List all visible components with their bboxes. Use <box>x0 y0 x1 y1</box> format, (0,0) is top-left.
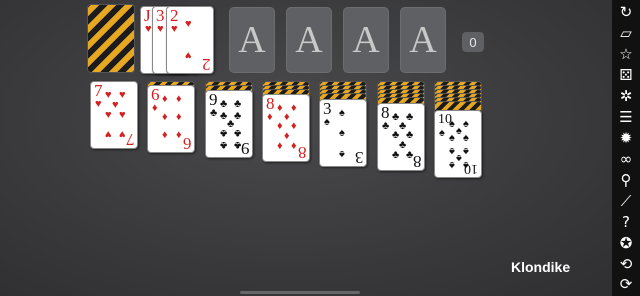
heart-icon: ♥ <box>105 109 112 121</box>
card-rank: 7 <box>125 130 135 149</box>
card-rank: 10 <box>464 161 478 176</box>
heart-icon: ♥ <box>112 99 119 111</box>
spade-icon: ♠ <box>463 132 469 144</box>
dice-icon[interactable]: ⚄ <box>616 65 636 85</box>
diamond-icon: ♦ <box>176 111 182 123</box>
club-icon: ♣ <box>234 98 242 110</box>
cards-icon[interactable]: ▱ <box>616 23 636 43</box>
club-icon: ♣ <box>210 107 218 119</box>
diamond-icon: ♦ <box>277 120 283 132</box>
stock-pile[interactable] <box>87 4 135 73</box>
redeal-icon[interactable]: ⟲ <box>616 254 636 274</box>
card-rank: 8 <box>412 152 422 171</box>
tableau-card-1[interactable]: 7 ♥ ♥ ♥ ♥ ♥ ♥ ♥ ♥ 7 <box>90 81 138 149</box>
heart-icon: ♥ <box>105 89 112 101</box>
spade-icon: ♠ <box>439 127 445 139</box>
heart-icon: ♥ <box>185 49 192 61</box>
club-icon: ♣ <box>234 110 242 122</box>
card-rank: 6 <box>182 134 192 153</box>
foundation-slot-2[interactable]: A <box>286 7 332 73</box>
diamond-icon: ♦ <box>277 102 283 114</box>
glasses-icon[interactable]: ∞ <box>616 149 636 169</box>
lightbulb-icon[interactable]: ✹ <box>616 128 636 148</box>
club-icon: ♣ <box>392 149 400 161</box>
spade-icon: ♠ <box>339 127 345 139</box>
spade-icon: ♠ <box>463 118 469 130</box>
spade-icon: ♠ <box>463 145 469 157</box>
spade-icon: ♠ <box>449 132 455 144</box>
gear-icon[interactable]: ✲ <box>616 86 636 106</box>
diamond-icon: ♦ <box>277 140 283 152</box>
foundation-slot-3[interactable]: A <box>343 7 389 73</box>
card-rank: 9 <box>240 139 250 158</box>
spade-icon: ♠ <box>449 159 455 171</box>
tableau-card-5[interactable]: 3 ♠ ♠ ♠ ♠ 3 <box>319 99 367 167</box>
heart-icon: ♥ <box>95 98 102 110</box>
diamond-icon: ♦ <box>267 111 273 123</box>
card-rank: 3 <box>354 148 364 167</box>
club-icon: ♣ <box>220 139 228 151</box>
star-icon[interactable]: ☆ <box>616 44 636 64</box>
spade-icon: ♠ <box>324 116 330 128</box>
magnifier-icon[interactable]: ⚲ <box>616 170 636 190</box>
tableau-card-3[interactable]: 9 ♣ ♣ ♣ ♣ ♣ ♣ ♣ ♣ ♣ ♣ 9 <box>205 90 253 158</box>
diamond-icon: ♦ <box>284 130 290 142</box>
foundation-slot-4[interactable]: A <box>400 7 446 73</box>
diamond-icon: ♦ <box>176 93 182 105</box>
spade-icon: ♠ <box>339 107 345 119</box>
diamond-icon: ♦ <box>291 102 297 114</box>
club-icon: ♣ <box>406 111 414 123</box>
card-rank: 8 <box>297 143 307 162</box>
right-toolbar: ↻ ▱ ☆ ⚄ ✲ ☰ ✹ ∞ ⚲ ⟋ ? ✪ ⟲ ⟳ <box>612 0 640 296</box>
diamond-icon: ♦ <box>291 140 297 152</box>
diamond-icon: ♦ <box>152 102 158 114</box>
tableau-card-4[interactable]: 8 ♦ ♦ ♦ ♦ ♦ ♦ ♦ ♦ ♦ 8 <box>262 94 310 162</box>
heart-icon: ♥ <box>119 109 126 121</box>
diamond-icon: ♦ <box>162 93 168 105</box>
heart-icon: ♥ <box>185 18 192 30</box>
spade-icon: ♠ <box>456 152 462 164</box>
list-icon[interactable]: ☰ <box>616 107 636 127</box>
spade-icon: ♠ <box>456 125 462 137</box>
waste-top-card[interactable]: 2 ♥ ♥ ♥ 2 <box>166 6 214 74</box>
club-icon: ♣ <box>234 127 242 139</box>
diamond-icon: ♦ <box>291 120 297 132</box>
game-name-label: Klondike <box>511 259 571 275</box>
club-icon: ♣ <box>220 127 228 139</box>
club-icon: ♣ <box>406 129 414 141</box>
heart-icon: ♥ <box>119 89 126 101</box>
tableau-card-7[interactable]: 10 ♠ ♠ ♠ ♠ ♠ ♠ ♠ ♠ ♠ ♠ ♠ 10 <box>434 110 482 178</box>
spade-icon: ♠ <box>449 118 455 130</box>
card-rank: 2 <box>201 55 211 74</box>
score-badge: 0 <box>462 32 484 52</box>
foundation-slot-1[interactable]: A <box>229 7 275 73</box>
tableau-card-6[interactable]: 8 ♣ ♣ ♣ ♣ ♣ ♣ ♣ ♣ ♣ 8 <box>377 103 425 171</box>
diamond-icon: ♦ <box>162 111 168 123</box>
help-icon[interactable]: ? <box>616 212 636 232</box>
heart-icon: ♥ <box>157 23 164 35</box>
undo-icon[interactable]: ↻ <box>616 2 636 22</box>
tableau-card-2[interactable]: 6 ♦ ♦ ♦ ♦ ♦ ♦ ♦ 6 <box>147 85 195 153</box>
heart-icon: ♥ <box>105 128 112 140</box>
spade-icon: ♠ <box>339 148 345 160</box>
club-icon: ♣ <box>220 98 228 110</box>
diamond-icon: ♦ <box>162 129 168 141</box>
diamond-icon: ♦ <box>176 129 182 141</box>
diamond-icon: ♦ <box>284 111 290 123</box>
spade-icon: ♠ <box>449 145 455 157</box>
heart-icon: ♥ <box>145 23 152 35</box>
home-indicator <box>240 291 360 294</box>
badge-icon[interactable]: ✪ <box>616 233 636 253</box>
club-icon: ♣ <box>382 120 390 132</box>
heart-icon: ♥ <box>171 23 178 35</box>
stats-icon[interactable]: ⟋ <box>616 191 636 211</box>
restart-icon[interactable]: ⟳ <box>616 274 636 294</box>
